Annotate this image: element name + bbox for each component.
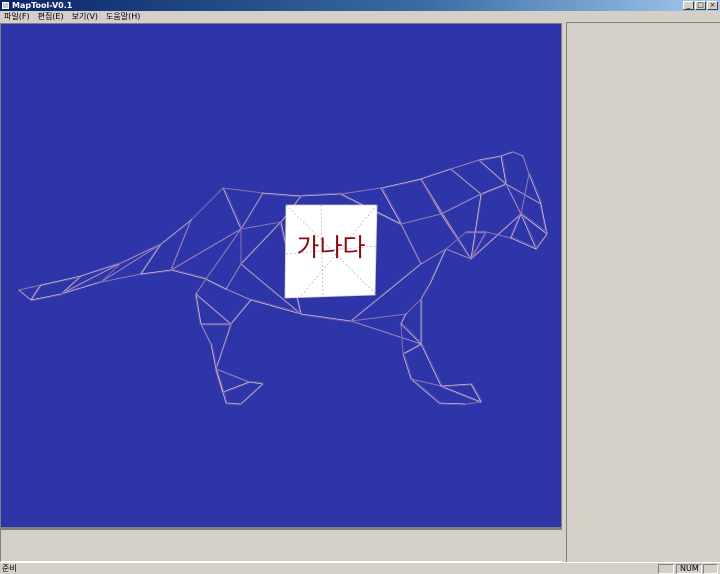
status-text: 준비 bbox=[2, 564, 17, 573]
title-bar: MapTool-V0.1 _ □ × bbox=[0, 0, 720, 11]
menu-view[interactable]: 보기(V) bbox=[68, 11, 102, 22]
menu-help[interactable]: 도움말(H) bbox=[102, 11, 144, 22]
3d-viewport[interactable]: 가나다 bbox=[0, 23, 562, 528]
status-cell-num: NUM bbox=[676, 564, 702, 574]
menu-edit[interactable]: 편집(E) bbox=[34, 11, 68, 22]
maximize-button[interactable]: □ bbox=[695, 1, 706, 10]
output-panel bbox=[0, 528, 563, 562]
menu-bar: 파일(F) 편집(E) 보기(V) 도움말(H) bbox=[0, 11, 720, 22]
texture-label: 가나다 bbox=[296, 233, 365, 262]
status-bar: 준비 NUM bbox=[0, 562, 720, 574]
status-cell-scroll bbox=[703, 564, 718, 574]
close-button[interactable]: × bbox=[707, 1, 718, 10]
menu-file[interactable]: 파일(F) bbox=[0, 11, 34, 22]
properties-panel bbox=[566, 22, 720, 562]
minimize-button[interactable]: _ bbox=[683, 1, 694, 10]
status-cell-caps bbox=[658, 564, 674, 574]
window-title: MapTool-V0.1 bbox=[12, 1, 73, 10]
wireframe-canvas: 가나다 bbox=[17, 150, 549, 406]
texture-quad: 가나다 bbox=[284, 204, 378, 299]
app-icon[interactable] bbox=[2, 2, 9, 9]
window-controls: _ □ × bbox=[683, 1, 718, 10]
